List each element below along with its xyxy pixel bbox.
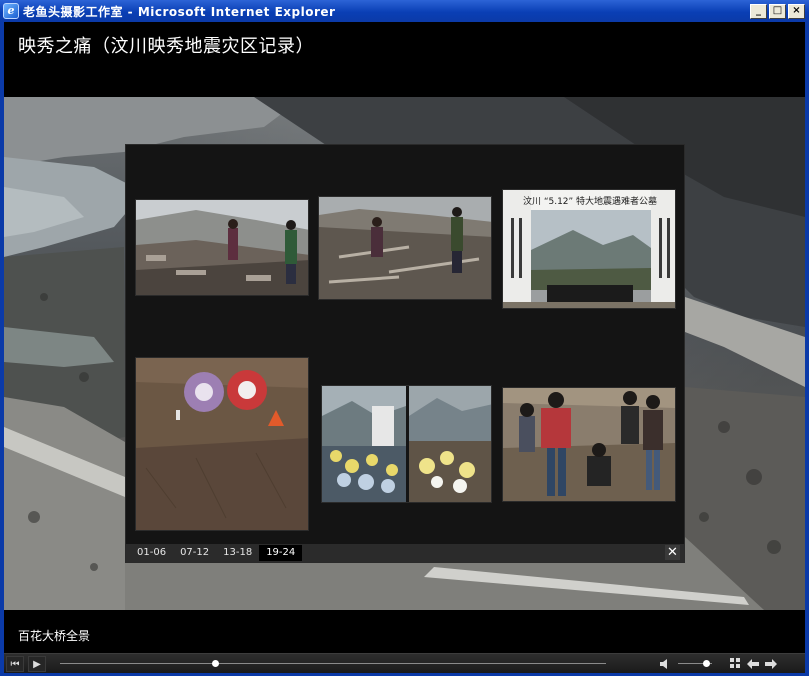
player-control-bar: ⏮ ▶	[4, 653, 805, 673]
page-tab-19-24[interactable]: 19-24	[259, 545, 303, 561]
window-title-bar[interactable]: e 老鱼头摄影工作室 - Microsoft Internet Explorer…	[0, 0, 809, 22]
arrow-left-icon[interactable]	[746, 656, 760, 673]
page-tab-01-06[interactable]: 01-06	[130, 545, 173, 561]
speaker-icon[interactable]	[658, 656, 672, 673]
thumbnail-21-image: 汶川 “5.12” 特大地震遇难者公墓	[503, 190, 675, 308]
thumbnail-19-image	[136, 200, 308, 295]
ie-icon: e	[3, 3, 19, 19]
browser-content: 映秀之痛（汶川映秀地震灾区记录） 汶川 “5.12” 特大地震遇难者公墓 01-…	[4, 22, 805, 673]
grid-icon[interactable]	[728, 656, 742, 673]
page-tab-13-18[interactable]: 13-18	[216, 545, 259, 561]
thumbnail-23-image	[322, 386, 491, 502]
thumbnail-20[interactable]	[318, 196, 492, 300]
progress-handle[interactable]	[212, 660, 220, 667]
arrow-right-icon[interactable]	[764, 656, 778, 673]
thumbnail-22[interactable]	[135, 357, 309, 531]
thumbnail-22-image	[136, 358, 308, 530]
thumbnail-20-image	[319, 197, 491, 299]
maximize-button[interactable]: □	[769, 3, 786, 19]
page-tab-07-12[interactable]: 07-12	[173, 545, 216, 561]
window-title: 老鱼头摄影工作室 - Microsoft Internet Explorer	[23, 4, 336, 19]
thumbnail-19[interactable]	[135, 199, 309, 296]
photo-caption: 百花大桥全景	[18, 629, 91, 643]
panel-close-icon[interactable]: ✕	[665, 545, 680, 560]
progress-track[interactable]	[60, 663, 606, 664]
first-photo-button[interactable]: ⏮	[6, 656, 24, 672]
thumbnail-23[interactable]	[321, 385, 492, 503]
thumbnail-21[interactable]: 汶川 “5.12” 特大地震遇难者公墓	[502, 189, 676, 309]
thumbnail-24-image	[503, 388, 675, 501]
memorial-gate-text: 汶川 “5.12” 特大地震遇难者公墓	[523, 195, 657, 207]
gallery-title: 映秀之痛（汶川映秀地震灾区记录）	[18, 36, 314, 57]
window-frame-right	[805, 22, 809, 676]
close-button[interactable]: ×	[788, 3, 805, 19]
minimize-button[interactable]: _	[750, 3, 767, 19]
volume-handle[interactable]	[703, 660, 711, 667]
thumbnail-24[interactable]	[502, 387, 676, 502]
page-bar: 01-06 07-12 13-18 19-24 ✕	[126, 544, 684, 562]
play-button[interactable]: ▶	[28, 656, 46, 672]
thumbnail-panel: 汶川 “5.12” 特大地震遇难者公墓 01-06 07-12 13-18 19…	[125, 144, 685, 563]
